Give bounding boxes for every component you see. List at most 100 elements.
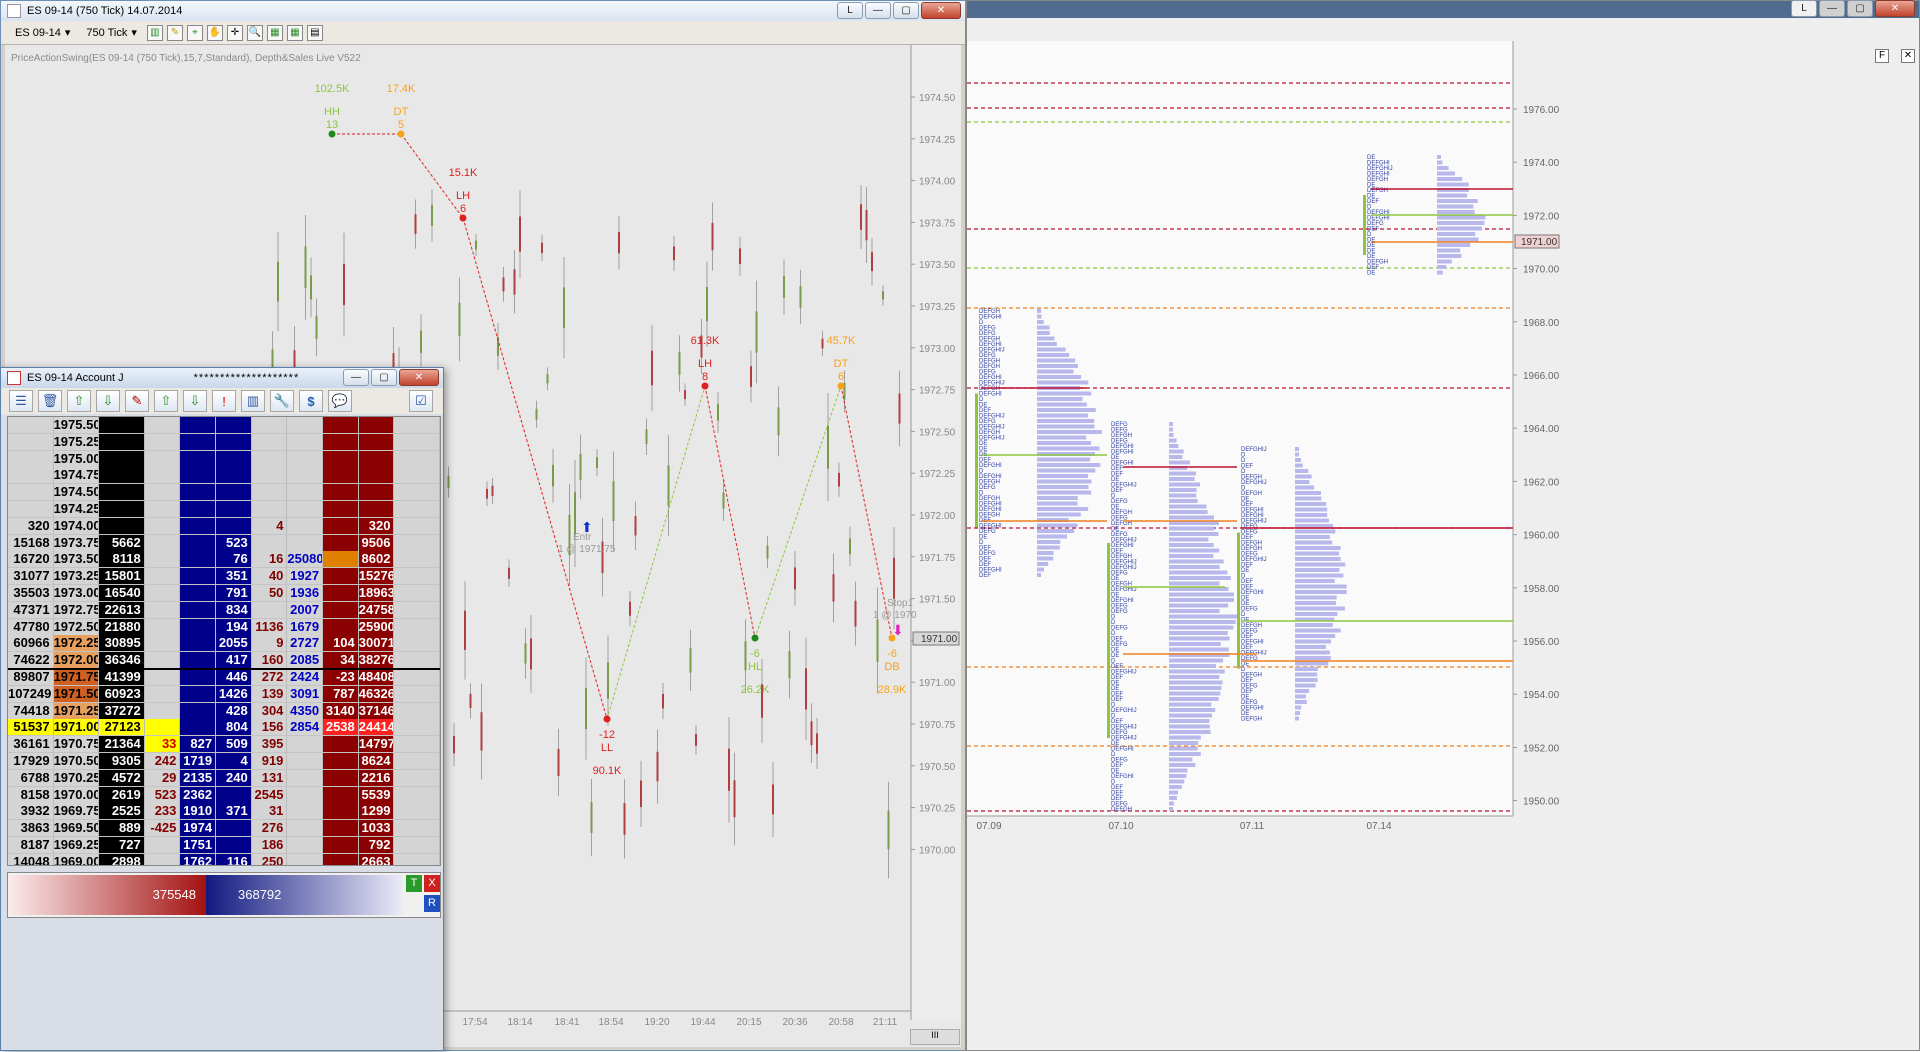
ladder-cell[interactable] xyxy=(323,602,359,619)
t-button[interactable]: T xyxy=(406,875,422,892)
ladder-cell[interactable] xyxy=(180,652,216,669)
ladder-cell[interactable]: 1969.00 xyxy=(54,854,100,866)
ladder-cell[interactable]: 1910 xyxy=(180,803,216,820)
ladder-cell[interactable] xyxy=(180,686,216,703)
ladder-cell[interactable]: 2545 xyxy=(252,787,288,804)
ladder-cell[interactable]: 25080 xyxy=(287,551,323,568)
ladder-cell[interactable] xyxy=(394,434,440,451)
ladder-cell[interactable]: 5539 xyxy=(359,787,395,804)
ladder-cell[interactable]: 1299 xyxy=(359,803,395,820)
ladder-cell[interactable] xyxy=(180,501,216,518)
ladder-row[interactable]: 35503 1973.00 16540 791 50 1936 18963 xyxy=(8,585,440,602)
ladder-cell[interactable] xyxy=(145,568,181,585)
ladder-cell[interactable] xyxy=(145,518,181,535)
ladder-cell[interactable] xyxy=(394,467,440,484)
ladder-cell[interactable] xyxy=(287,518,323,535)
trash-icon[interactable]: 🗑 xyxy=(38,390,62,412)
ladder-cell[interactable]: 89807 xyxy=(8,669,54,686)
ladder-cell[interactable]: 3140 xyxy=(323,703,359,720)
draw-tool-icon[interactable]: ⌖ xyxy=(187,25,203,41)
ladder-cell[interactable]: 1970.50 xyxy=(54,753,100,770)
ladder-row[interactable]: 17929 1970.50 9305 242 1719 4 919 8624 xyxy=(8,753,440,770)
ladder-cell[interactable]: 2007 xyxy=(287,602,323,619)
ladder-cell[interactable]: 15276 xyxy=(359,568,395,585)
ladder-cell[interactable]: 2854 xyxy=(287,719,323,736)
ladder-cell[interactable] xyxy=(359,501,395,518)
ladder-cell[interactable]: 194 xyxy=(216,619,252,636)
ladder-cell[interactable]: 1927 xyxy=(287,568,323,585)
ladder-cell[interactable]: 2619 xyxy=(99,787,145,804)
instrument-selector[interactable]: ES 09-14 ▾ xyxy=(9,24,76,42)
ladder-cell[interactable]: 417 xyxy=(216,652,252,669)
indicators-icon[interactable]: ▦ xyxy=(267,25,283,41)
ladder-cell[interactable] xyxy=(216,467,252,484)
ladder-cell[interactable] xyxy=(394,820,440,837)
horizontal-scrollbar[interactable]: III xyxy=(910,1029,960,1045)
ladder-cell[interactable]: 8602 xyxy=(359,551,395,568)
ladder-cell[interactable] xyxy=(394,551,440,568)
ladder-cell[interactable] xyxy=(323,568,359,585)
ladder-cell[interactable] xyxy=(394,518,440,535)
ladder-cell[interactable] xyxy=(180,518,216,535)
center-ladder-icon[interactable]: ☰ xyxy=(9,390,33,412)
ladder-cell[interactable]: 1974.50 xyxy=(54,484,100,501)
ladder-cell[interactable]: 792 xyxy=(359,837,395,854)
ladder-cell[interactable] xyxy=(216,820,252,837)
ladder-cell[interactable] xyxy=(323,770,359,787)
ladder-cell[interactable] xyxy=(323,551,359,568)
scroll-down-icon[interactable]: ⇩ xyxy=(183,390,207,412)
ladder-cell[interactable]: 1971.50 xyxy=(54,686,100,703)
ladder-row[interactable]: 8187 1969.25 727 1751 186 792 xyxy=(8,837,440,854)
ladder-cell[interactable] xyxy=(216,451,252,468)
ladder-row[interactable]: 3863 1969.50 889 -425 1974 276 1033 xyxy=(8,820,440,837)
ladder-cell[interactable] xyxy=(145,501,181,518)
ladder-cell[interactable]: 24414 xyxy=(359,719,395,736)
ladder-cell[interactable]: 4 xyxy=(252,518,288,535)
ladder-cell[interactable]: 8624 xyxy=(359,753,395,770)
ladder-cell[interactable] xyxy=(99,417,145,434)
ladder-cell[interactable]: 8118 xyxy=(99,551,145,568)
ladder-row[interactable]: 31077 1973.25 15801 351 40 1927 15276 xyxy=(8,568,440,585)
ladder-cell[interactable] xyxy=(145,467,181,484)
ladder-cell[interactable]: 16 xyxy=(252,551,288,568)
ladder-cell[interactable]: 787 xyxy=(323,686,359,703)
ladder-row[interactable]: 1975.00 xyxy=(8,451,440,468)
hand-tool-icon[interactable]: ✋ xyxy=(207,25,223,41)
ladder-cell[interactable]: 21364 xyxy=(99,736,145,753)
ladder-cell[interactable]: 1973.25 xyxy=(54,568,100,585)
ladder-cell[interactable] xyxy=(180,434,216,451)
ladder-cell[interactable] xyxy=(180,568,216,585)
ladder-cell[interactable] xyxy=(145,417,181,434)
ladder-cell[interactable] xyxy=(287,837,323,854)
ladder-cell[interactable] xyxy=(180,451,216,468)
ladder-cell[interactable]: 1973.50 xyxy=(54,551,100,568)
ladder-cell[interactable]: 9506 xyxy=(359,535,395,552)
ladder-cell[interactable] xyxy=(287,484,323,501)
ladder-cell[interactable]: 6788 xyxy=(8,770,54,787)
ladder-cell[interactable] xyxy=(287,434,323,451)
dollar-icon[interactable]: $ xyxy=(299,390,323,412)
x-button[interactable]: X xyxy=(424,875,440,892)
ladder-cell[interactable]: 74622 xyxy=(8,652,54,669)
ladder-cell[interactable]: 16540 xyxy=(99,585,145,602)
ladder-cell[interactable]: 33 xyxy=(145,736,181,753)
draw-pencil-icon[interactable]: ✎ xyxy=(167,25,183,41)
ladder-cell[interactable] xyxy=(287,820,323,837)
ladder-cell[interactable]: 250 xyxy=(252,854,288,866)
ladder-cell[interactable]: 1974 xyxy=(180,820,216,837)
ladder-cell[interactable]: 131 xyxy=(252,770,288,787)
ladder-cell[interactable] xyxy=(216,837,252,854)
ladder-cell[interactable]: 2424 xyxy=(287,669,323,686)
ladder-cell[interactable]: 1719 xyxy=(180,753,216,770)
ladder-cell[interactable] xyxy=(287,736,323,753)
ladder-row[interactable]: 60966 1972.25 30895 2055 9 2727 104 30071 xyxy=(8,635,440,652)
ladder-cell[interactable]: 2085 xyxy=(287,652,323,669)
ladder-cell[interactable] xyxy=(394,585,440,602)
ladder-cell[interactable] xyxy=(252,501,288,518)
ladder-cell[interactable] xyxy=(180,585,216,602)
ladder-cell[interactable] xyxy=(287,501,323,518)
ladder-cell[interactable]: 47371 xyxy=(8,602,54,619)
ladder-cell[interactable] xyxy=(216,484,252,501)
ladder-cell[interactable]: 523 xyxy=(216,535,252,552)
ladder-cell[interactable] xyxy=(145,719,181,736)
